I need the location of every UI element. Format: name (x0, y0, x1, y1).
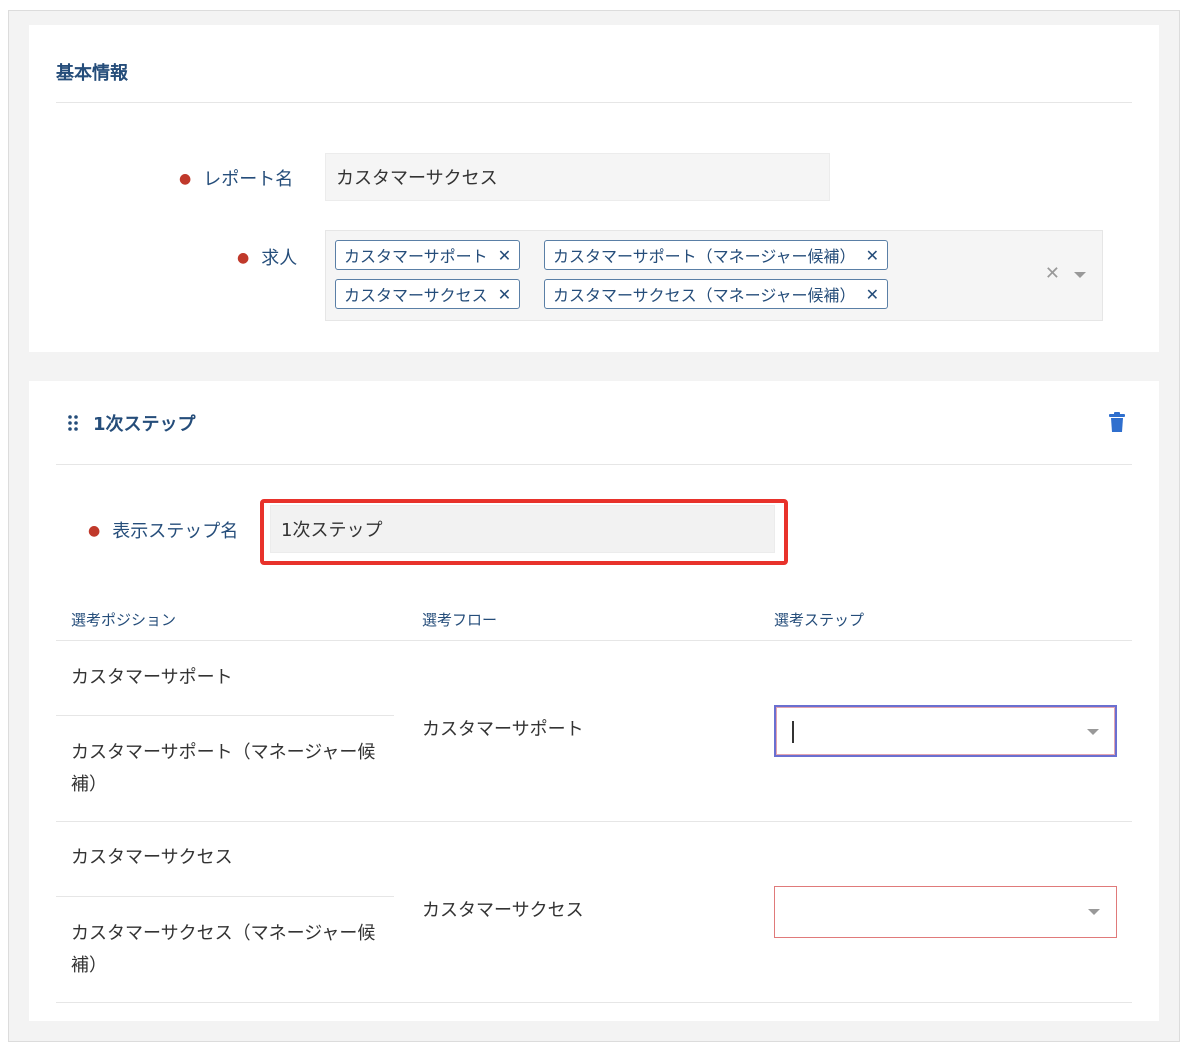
jobs-label: ● 求人 (237, 248, 298, 269)
trash-icon[interactable] (1109, 412, 1125, 432)
job-tag: カスタマーサポート（マネージャー候補） ✕ (544, 240, 888, 270)
flow-cell: カスタマーサクセス (422, 900, 584, 921)
flow-cell: カスタマーサポート (422, 719, 584, 740)
chevron-down-icon[interactable] (1087, 729, 1099, 735)
row-divider (56, 896, 394, 897)
report-name-label: ● レポート名 (179, 169, 294, 190)
step-select[interactable] (774, 705, 1117, 757)
job-tag: カスタマーサポート ✕ (335, 240, 521, 270)
position-cell: カスタマーサクセス (71, 847, 233, 868)
clear-all-icon[interactable]: ✕ (1045, 263, 1060, 284)
step-card: 1次ステップ ● 表示ステップ名 1次ステップ 選考ポジション 選考フロー 選考ス… (29, 381, 1159, 1021)
required-dot-icon: ● (237, 250, 250, 266)
text-cursor (792, 721, 794, 743)
group-divider (56, 821, 1132, 822)
position-cell: カスタマーサポート（マネージャー候補） (71, 742, 376, 795)
step-select[interactable] (774, 886, 1117, 938)
required-dot-icon: ● (88, 523, 101, 539)
chevron-down-icon[interactable] (1088, 909, 1100, 915)
display-step-name-label: ● 表示ステップ名 (88, 521, 239, 542)
jobs-multiselect[interactable]: カスタマーサポート ✕ カスタマーサポート（マネージャー候補） ✕ カスタマーサ… (325, 230, 1103, 321)
page-frame: 基本情報 ● レポート名 カスタマーサクセス ● 求人 カスタマーサポート ✕ カス… (8, 10, 1180, 1042)
tag-remove-icon[interactable]: ✕ (498, 285, 511, 304)
tag-remove-icon[interactable]: ✕ (498, 246, 511, 265)
table-header-divider (56, 640, 1132, 641)
job-tag: カスタマーサクセス ✕ (335, 279, 521, 309)
drag-handle-icon[interactable] (67, 414, 79, 432)
report-name-input[interactable]: カスタマーサクセス (325, 153, 830, 201)
column-header-flow: 選考フロー (422, 611, 498, 629)
tag-remove-icon[interactable]: ✕ (866, 285, 879, 304)
step-title: 1次ステップ (93, 414, 196, 435)
basic-info-card: 基本情報 ● レポート名 カスタマーサクセス ● 求人 カスタマーサポート ✕ カス… (29, 25, 1159, 352)
required-dot-icon: ● (179, 171, 192, 187)
highlight-frame (260, 499, 788, 565)
position-cell: カスタマーサポート (71, 667, 233, 688)
step-divider (56, 464, 1132, 465)
basic-info-title: 基本情報 (56, 63, 128, 84)
job-tag: カスタマーサクセス（マネージャー候補） ✕ (544, 279, 888, 309)
column-header-position: 選考ポジション (71, 611, 177, 629)
tag-remove-icon[interactable]: ✕ (866, 246, 879, 265)
group-divider (56, 1002, 1132, 1003)
row-divider (56, 715, 394, 716)
column-header-step: 選考ステップ (774, 611, 865, 629)
position-cell: カスタマーサクセス（マネージャー候補） (71, 923, 376, 976)
basic-info-divider (56, 102, 1132, 103)
chevron-down-icon[interactable] (1074, 272, 1086, 278)
